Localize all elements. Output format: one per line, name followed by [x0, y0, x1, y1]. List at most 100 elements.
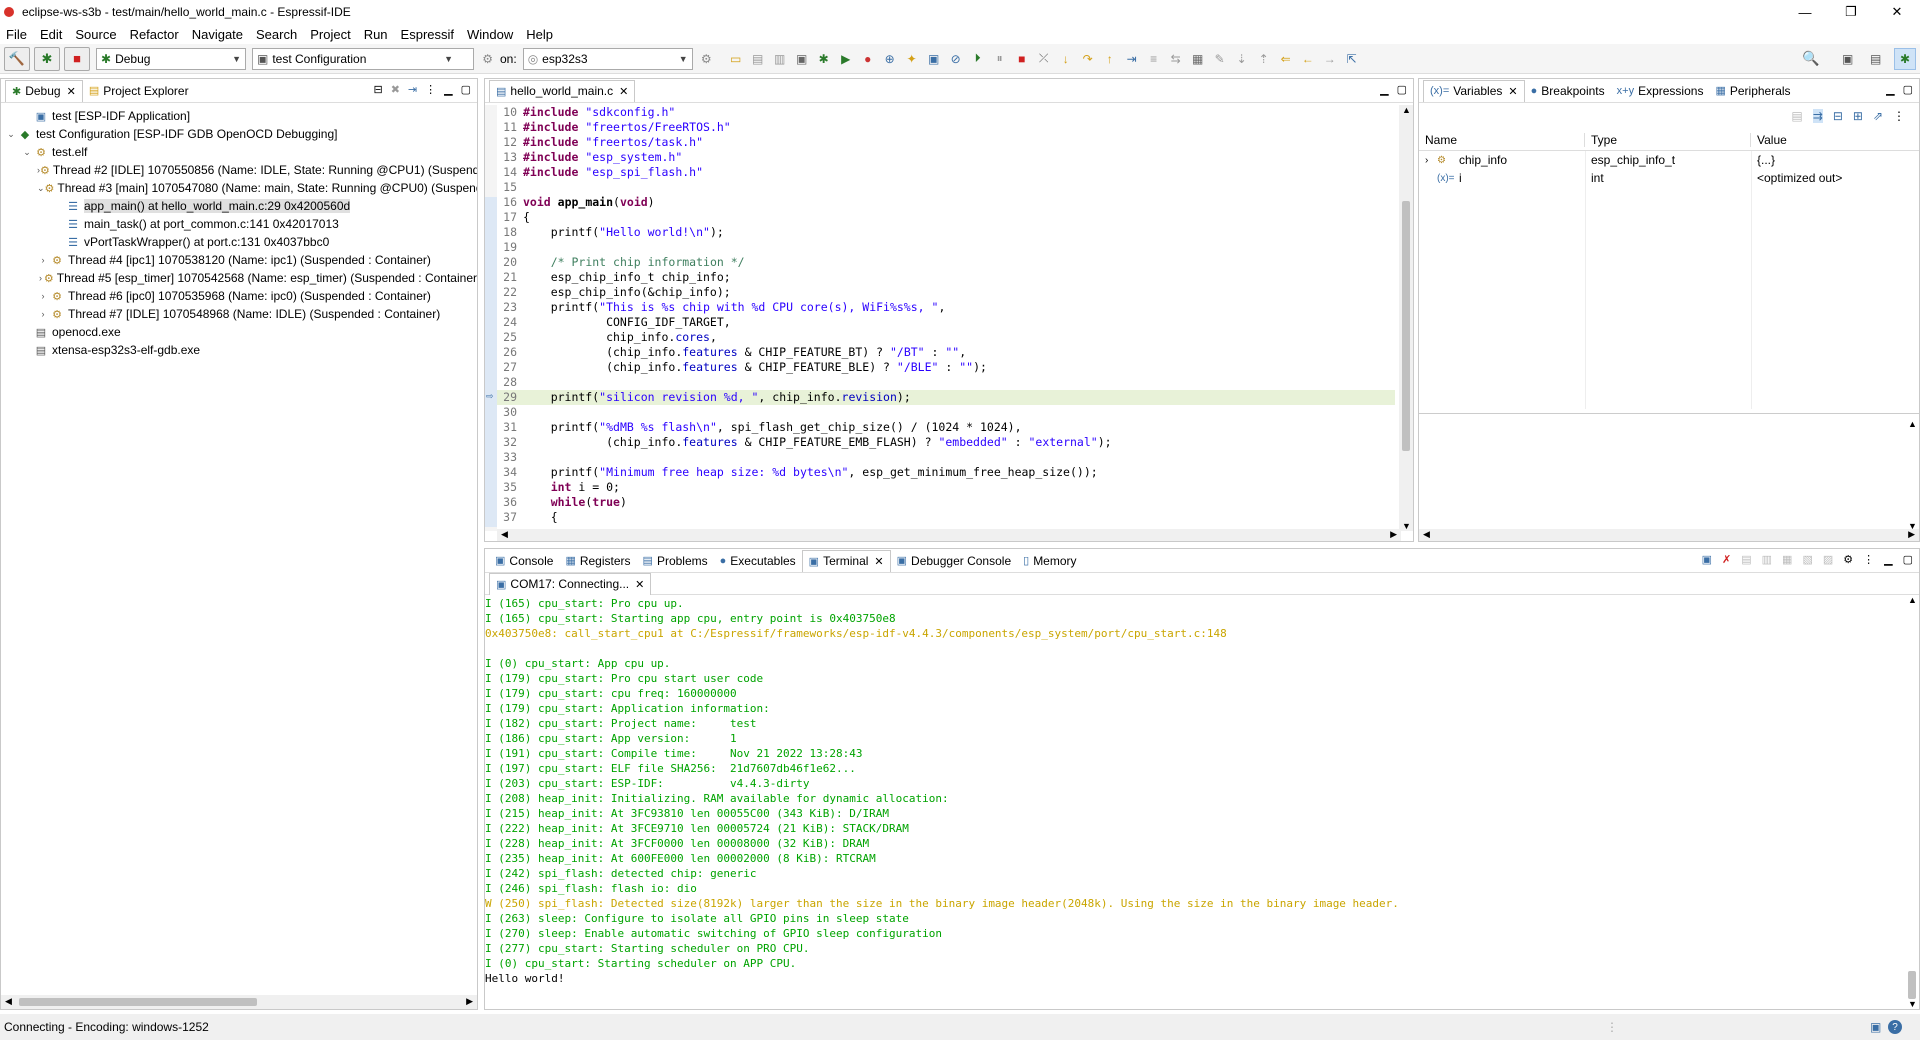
code-line[interactable]: 27 (chip_info.features & CHIP_FEATURE_BL… [497, 360, 1395, 375]
debug-tree-item[interactable]: ▤ openocd.exe [1, 323, 477, 341]
code-line[interactable]: 23 printf("This is %s chip with %d CPU c… [497, 300, 1395, 315]
variable-row[interactable]: › ⚙ chip_info esp_chip_info_t {...} [1419, 151, 1919, 169]
tab-console[interactable]: ▣ Console [489, 550, 559, 572]
build-icon[interactable]: 🔨 [4, 46, 30, 71]
detail-pane-sash[interactable] [1419, 413, 1919, 417]
expand-toggle-icon[interactable]: ⌄ [21, 147, 33, 158]
code-line[interactable]: 30 [497, 405, 1395, 420]
monitor-icon[interactable]: ▣ [925, 50, 943, 68]
pen-icon[interactable]: ✎ [1211, 50, 1229, 68]
minimize-view-icon[interactable]: ▁ [444, 83, 452, 96]
code-area[interactable]: 10 #include "sdkconfig.h" 11 #include "free… [497, 105, 1395, 531]
lock-icon[interactable]: ▦ [1189, 50, 1207, 68]
code-line[interactable]: 15 [497, 180, 1395, 195]
terminal-icon[interactable]: ▣ [793, 50, 811, 68]
code-line[interactable]: 26 (chip_info.features & CHIP_FEATURE_BT… [497, 345, 1395, 360]
tab-terminal[interactable]: ▣ Terminal ✕ [801, 549, 891, 572]
view-menu-icon[interactable]: ⋮ [425, 83, 436, 96]
open-terminal-icon[interactable]: ▣ [1702, 553, 1712, 566]
code-line[interactable]: 17 { [497, 210, 1395, 225]
menu-espressif[interactable]: Espressif [401, 27, 454, 42]
add-global-icon[interactable]: ⊞ [1853, 109, 1863, 123]
toggle-icon[interactable]: ⇆ [1167, 50, 1185, 68]
close-icon[interactable]: ✕ [67, 85, 76, 98]
resume-icon[interactable]: ⏵ [969, 50, 987, 68]
scroll-thumb[interactable] [1402, 201, 1410, 451]
menu-window[interactable]: Window [467, 27, 513, 42]
expand-toggle-icon[interactable]: ⌄ [37, 183, 45, 194]
debug-perspective-icon[interactable]: ✱ [1894, 48, 1916, 70]
launch-config-select[interactable]: ▣ test Configuration ▼ ⚙ [252, 47, 493, 70]
export-icon[interactable]: ⇗ [1873, 109, 1883, 123]
menu-project[interactable]: Project [310, 27, 350, 42]
code-line[interactable]: 13 #include "esp_system.h" [497, 150, 1395, 165]
search-tool-icon[interactable]: ✦ [903, 50, 921, 68]
tab-project-explorer[interactable]: ▤ Project Explorer [83, 80, 195, 102]
code-line[interactable]: 25 chip_info.cores, [497, 330, 1395, 345]
col-type[interactable]: Type [1585, 132, 1751, 147]
maximize-view-icon[interactable]: ▢ [1397, 83, 1407, 96]
menu-run[interactable]: Run [364, 27, 388, 42]
close-icon[interactable]: ✕ [1874, 0, 1920, 24]
save-icon[interactable]: ▤ [749, 50, 767, 68]
scroll-left-icon[interactable]: ◀ [501, 529, 508, 540]
forward-icon[interactable]: → [1321, 50, 1339, 68]
minimize-view-icon[interactable]: ▁ [1380, 83, 1388, 96]
close-icon[interactable]: ✕ [1508, 85, 1517, 98]
code-line[interactable]: 18 printf("Hello world!\n"); [497, 225, 1395, 240]
code-line[interactable]: 34 printf("Minimum free heap size: %d by… [497, 465, 1395, 480]
editor-horizontal-scrollbar[interactable]: ◀ ▶ [497, 529, 1401, 541]
tab-variables[interactable]: (x)= Variables ✕ [1423, 79, 1525, 102]
scroll-left-icon[interactable]: ◀ [1423, 529, 1430, 540]
minimize-view-icon[interactable]: ▁ [1884, 553, 1892, 566]
col-name[interactable]: Name [1419, 132, 1585, 147]
save-all-icon[interactable]: ▥ [771, 50, 789, 68]
scroll-thumb[interactable] [1908, 971, 1916, 999]
scroll-down-icon[interactable]: ▼ [1402, 521, 1411, 531]
editor-vertical-scrollbar[interactable]: ▲ ▼ [1399, 105, 1413, 531]
code-line[interactable]: 19 [497, 240, 1395, 255]
code-line[interactable]: 37 { [497, 510, 1395, 525]
suspend-icon[interactable]: ⏸ [991, 50, 1009, 68]
collapse-all-icon[interactable]: ⊟ [1833, 109, 1843, 123]
col-value[interactable]: Value [1751, 133, 1787, 147]
help-icon[interactable]: ? [1888, 1020, 1902, 1034]
prev-annotation-icon[interactable]: ⇡ [1255, 50, 1273, 68]
run-icon[interactable]: ▶ [837, 50, 855, 68]
maximize-icon[interactable]: ❐ [1828, 0, 1874, 24]
expand-toggle-icon[interactable]: › [37, 255, 49, 265]
expand-toggle-icon[interactable]: › [37, 273, 44, 283]
gear-icon[interactable]: ⚙ [482, 52, 493, 66]
code-line[interactable]: 36 while(true) [497, 495, 1395, 510]
debug-tree-item[interactable]: ⌄ ◆ test Configuration [ESP-IDF GDB OpenOC… [1, 125, 477, 143]
maximize-view-icon[interactable]: ▢ [1903, 553, 1913, 566]
code-line[interactable]: 31 printf("%dMB %s flash\n", spi_flash_g… [497, 420, 1395, 435]
code-line[interactable]: 35 int i = 0; [497, 480, 1395, 495]
tab-debug[interactable]: ✱ Debug ✕ [5, 79, 83, 102]
launch-mode-select[interactable]: ✱ Debug ▼ [96, 47, 246, 70]
pin-icon[interactable]: ⇱ [1343, 50, 1361, 68]
step-mode-icon[interactable]: ⇥ [408, 83, 417, 96]
tab-registers[interactable]: ▦ Registers [559, 550, 636, 572]
close-icon[interactable]: ✕ [874, 555, 883, 568]
remove-terminated-icon[interactable]: ✖ [391, 83, 400, 96]
debug-tree-item[interactable]: › ⚙ Thread #7 [IDLE] 1070548968 (Name: IDL… [1, 305, 477, 323]
close-icon[interactable]: ✕ [635, 578, 644, 591]
tab-com17[interactable]: ▣ COM17: Connecting... ✕ [489, 572, 652, 595]
collapse-all-icon[interactable]: ⊟ [373, 83, 382, 96]
code-line[interactable]: 29 printf("silicon revision %d, ", chip_… [497, 390, 1395, 405]
instruction-step-icon[interactable]: ⇥ [1123, 50, 1141, 68]
select-all-icon[interactable]: ▦ [1782, 553, 1792, 566]
code-line[interactable]: 12 #include "freertos/task.h" [497, 135, 1395, 150]
last-edit-icon[interactable]: ⇐ [1277, 50, 1295, 68]
minimize-view-icon[interactable]: ▁ [1886, 83, 1894, 96]
debug-tree-item[interactable]: ☰ main_task() at port_common.c:141 0x4201… [1, 215, 477, 233]
expand-toggle-icon[interactable]: ⌄ [5, 129, 17, 140]
tab-hello-world-main[interactable]: ▤ hello_world_main.c ✕ [489, 79, 636, 102]
terminal-scrollbar[interactable]: ▲ ▼ [1905, 595, 1919, 1009]
tab-breakpoints[interactable]: ● Breakpoints [1525, 80, 1611, 102]
code-line[interactable]: 33 [497, 450, 1395, 465]
code-line[interactable]: 11 #include "freertos/FreeRTOS.h" [497, 120, 1395, 135]
paste-icon[interactable]: ▥ [1762, 553, 1772, 566]
show-type-names-icon[interactable]: ▤ [1791, 109, 1802, 123]
